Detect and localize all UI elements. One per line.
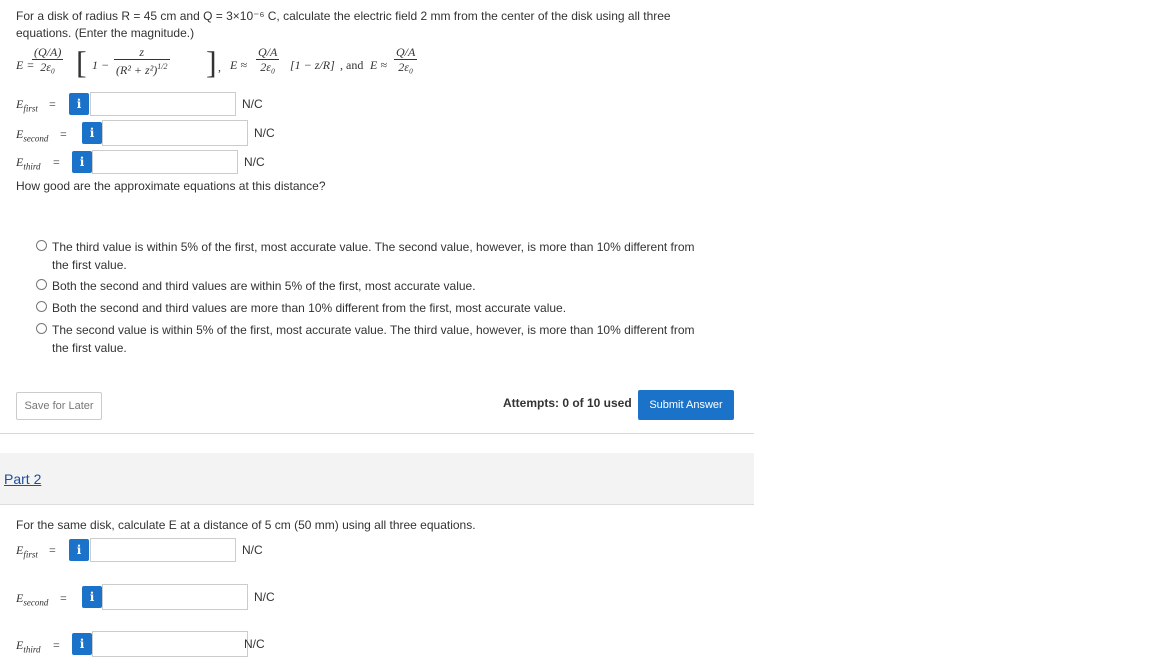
equals-sign: = (60, 591, 67, 605)
equation-exact-inner-num: z (114, 46, 170, 60)
part-2-header (0, 453, 754, 505)
unit-label: N/C (244, 155, 265, 169)
label-sub: second (23, 133, 49, 144)
info-icon[interactable]: i (72, 151, 92, 173)
answer-row-first: Efirst = i N/C (16, 92, 416, 118)
question-line-1: For a disk of radius R = 45 cm and Q = 3… (16, 9, 671, 23)
part2-answer-input-third[interactable] (92, 631, 248, 657)
equation-approx1-coef-num: Q/A (256, 45, 280, 60)
label-sub: first (23, 549, 38, 560)
save-for-later-button[interactable]: Save for Later (16, 392, 102, 420)
equation-exact-coef: (Q/A) 2ε₀ (32, 45, 64, 74)
info-icon[interactable]: i (72, 633, 92, 655)
label-sub: first (23, 103, 38, 114)
equation-approx1-coef: Q/A 2ε₀ (256, 45, 280, 74)
radio-label: Both the second and third values are wit… (52, 279, 476, 293)
radio-button[interactable] (36, 240, 47, 251)
equation-exact-bracket-left: 1 − (92, 58, 110, 72)
unit-label: N/C (244, 637, 265, 651)
bracket-open: [ (76, 44, 87, 80)
answer-input-first[interactable] (90, 92, 236, 116)
equations-row: E = (Q/A) 2ε₀ [ 1 − z (R² + z²)1/2 ] , E… (16, 44, 736, 86)
equation-approx-2: E ≈ Q/A 2ε₀ (370, 46, 450, 86)
info-icon[interactable]: i (69, 539, 89, 561)
radio-option-3[interactable]: Both the second and third values are mor… (36, 299, 716, 317)
equation-exact-inner-den: (R² + z²)1/2 (114, 60, 170, 77)
answer-input-third[interactable] (92, 150, 238, 174)
answer-row-third: Ethird = i N/C (16, 150, 416, 176)
radio-button[interactable] (36, 279, 47, 290)
equation-approx2-coef-den: 2ε₀ (398, 60, 414, 74)
attempts-counter: Attempts: 0 of 10 used (503, 396, 632, 410)
part2-answer-row-second: Esecond = i N/C (16, 584, 416, 610)
radio-button[interactable] (36, 301, 47, 312)
equation-exact-inner-den-base: (R² + z²) (116, 63, 158, 77)
part-2-question: For the same disk, calculate E at a dist… (16, 518, 476, 532)
equation-approx2-lhs: E ≈ (370, 58, 387, 72)
radio-button[interactable] (36, 323, 47, 334)
question-line-2: equations. (Enter the magnitude.) (16, 26, 195, 40)
label-sub: third (23, 161, 41, 172)
unit-label: N/C (254, 590, 275, 604)
equation-approx1-coef-den: 2ε₀ (260, 60, 276, 74)
question-text: For a disk of radius R = 45 cm and Q = 3… (16, 8, 736, 42)
submit-answer-button[interactable]: Submit Answer (638, 390, 734, 420)
part2-answer-row-first: Efirst = i N/C (16, 538, 416, 564)
answer-label-second: Esecond (16, 127, 48, 143)
followup-question: How good are the approximate equations a… (16, 179, 326, 193)
equation-exact-coef-num: (Q/A) (32, 45, 64, 60)
unit-label: N/C (242, 543, 263, 557)
equation-exact-coef-den: 2ε₀ (40, 60, 56, 74)
radio-option-2[interactable]: Both the second and third values are wit… (36, 277, 716, 295)
equation-approx2-coef: Q/A 2ε₀ (394, 45, 418, 74)
answer-input-second[interactable] (102, 120, 248, 146)
answer-label-first: Efirst (16, 97, 38, 113)
answer-row-second: Esecond = i N/C (16, 120, 416, 146)
part2-answer-input-first[interactable] (90, 538, 236, 562)
part-2-link[interactable]: Part 2 (4, 471, 41, 487)
equation-exact-inner: z (R² + z²)1/2 (114, 46, 170, 77)
radio-label: The second value is within 5% of the fir… (52, 323, 695, 355)
label-sub: third (23, 644, 41, 655)
equals-sign: = (53, 155, 60, 169)
equation-approx2-coef-num: Q/A (394, 45, 418, 60)
info-icon[interactable]: i (82, 586, 102, 608)
answer-label-third: Ethird (16, 155, 41, 171)
info-icon[interactable]: i (82, 122, 102, 144)
equation-approx1-bracket: [1 − z/R] (290, 58, 335, 72)
unit-label: N/C (242, 97, 263, 111)
unit-label: N/C (254, 126, 275, 140)
label-sub: second (23, 597, 49, 608)
bracket-close: ] (206, 44, 217, 80)
radio-label: The third value is within 5% of the firs… (52, 240, 695, 272)
radio-option-4[interactable]: The second value is within 5% of the fir… (36, 321, 716, 357)
radio-option-1[interactable]: The third value is within 5% of the firs… (36, 238, 716, 274)
section-divider (0, 433, 754, 434)
equation-approx1-trailing: , and (340, 58, 364, 72)
info-icon[interactable]: i (69, 93, 89, 115)
answer-label-third: Ethird (16, 638, 41, 654)
part2-answer-row-third: Ethird = i N/C (16, 631, 416, 657)
equation-approx1-lhs: E ≈ (230, 58, 247, 72)
equals-sign: = (53, 638, 60, 652)
equation-exact-inner-exp: 1/2 (157, 62, 168, 71)
part2-answer-input-second[interactable] (102, 584, 248, 610)
equation-exact-trailing: , (218, 60, 221, 74)
answer-label-second: Esecond (16, 591, 48, 607)
answer-label-first: Efirst (16, 543, 38, 559)
equals-sign: = (60, 127, 67, 141)
equals-sign: = (49, 543, 56, 557)
radio-label: Both the second and third values are mor… (52, 301, 567, 315)
equation-exact: E = (Q/A) 2ε₀ [ 1 − z (R² + z²)1/2 ] , (16, 44, 226, 86)
equals-sign: = (49, 97, 56, 111)
